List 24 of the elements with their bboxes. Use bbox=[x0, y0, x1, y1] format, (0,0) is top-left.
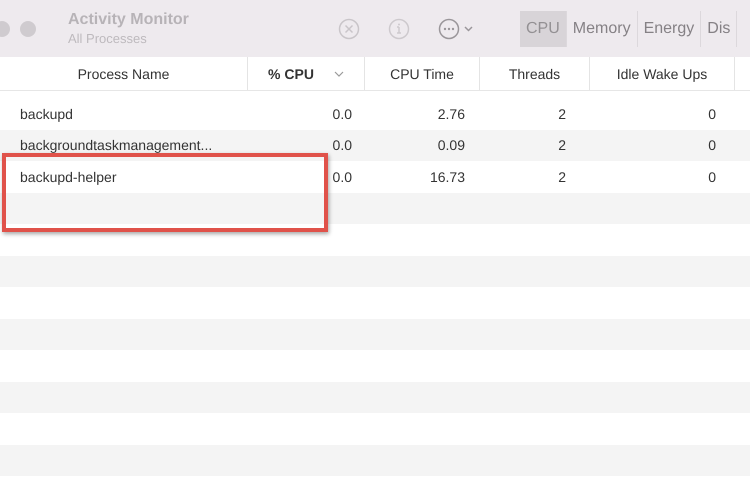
table-cell-text: 2 bbox=[557, 104, 567, 124]
table-cell-text: 0.0 bbox=[332, 168, 353, 187]
info-icon[interactable] bbox=[388, 18, 410, 40]
table-cell-text: 0 bbox=[707, 104, 717, 124]
stop-process-icon[interactable] bbox=[338, 18, 360, 40]
table-cell-text: 0.0 bbox=[332, 136, 353, 156]
table-cell-text: 0.09 bbox=[436, 136, 466, 156]
table-cell-text: 0.0 bbox=[332, 104, 353, 124]
column-header[interactable]: Idle Wake Ups bbox=[590, 57, 735, 90]
process-name: backupd bbox=[19, 104, 74, 124]
table-cell-text: 16.73 bbox=[428, 168, 466, 187]
process-name: backgroundtaskmanagement... bbox=[19, 136, 214, 156]
column-header[interactable]: % CPU bbox=[248, 57, 365, 90]
table-cell-text: 2.76 bbox=[436, 104, 466, 124]
window-button[interactable] bbox=[20, 20, 36, 36]
column-header[interactable]: Process Name bbox=[0, 57, 248, 90]
column-header[interactable]: CPU Time bbox=[365, 57, 480, 90]
table-cell-text: 0 bbox=[707, 136, 717, 156]
column-header[interactable]: Threads bbox=[480, 57, 590, 90]
table-cell-text: 2 bbox=[557, 168, 567, 187]
sort-chevron-icon bbox=[334, 70, 344, 76]
process-name: backupd-helper bbox=[19, 168, 118, 187]
table-cell-text: 0 bbox=[707, 168, 717, 187]
table-cell-text: 2 bbox=[557, 136, 567, 156]
